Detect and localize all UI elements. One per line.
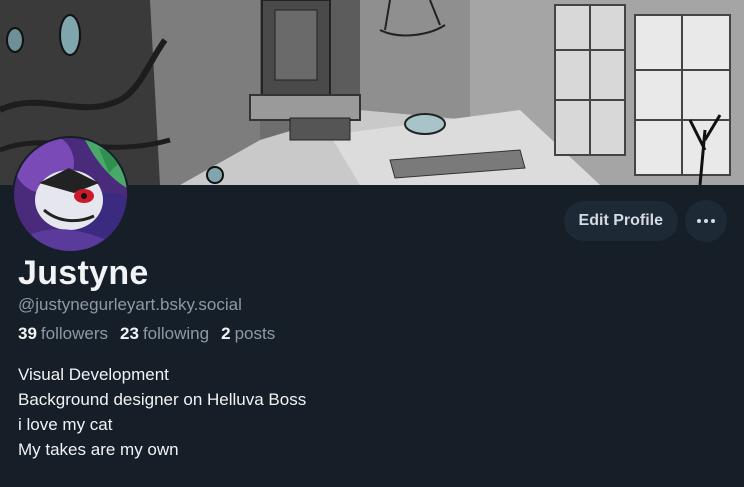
display-name: Justyne: [18, 254, 149, 292]
posts-stat: 2 posts: [221, 324, 275, 344]
bio-line: Visual Development: [18, 365, 169, 384]
posts-label: posts: [234, 324, 276, 343]
profile-actions: Edit Profile: [563, 200, 727, 242]
profile-bio: Visual Development Background designer o…: [18, 362, 306, 462]
following-count: 23: [120, 324, 139, 343]
profile-stats: 39 followers 23 following 2 posts: [18, 324, 275, 344]
ellipsis-icon: [697, 219, 715, 223]
more-options-button[interactable]: [685, 200, 727, 242]
following-stat[interactable]: 23 following: [120, 324, 209, 344]
profile-handle: @justynegurleyart.bsky.social: [18, 295, 242, 314]
bio-line: My takes are my own: [18, 440, 179, 459]
posts-count: 2: [221, 324, 231, 343]
bio-line: Background designer on Helluva Boss: [18, 390, 307, 409]
avatar-image: [14, 138, 127, 251]
following-label: following: [142, 324, 210, 343]
bio-line: i love my cat: [18, 415, 113, 434]
followers-count: 39: [18, 324, 37, 343]
followers-stat[interactable]: 39 followers: [18, 324, 108, 344]
edit-profile-button[interactable]: Edit Profile: [563, 201, 678, 241]
followers-label: followers: [40, 324, 109, 343]
avatar[interactable]: [12, 136, 129, 253]
